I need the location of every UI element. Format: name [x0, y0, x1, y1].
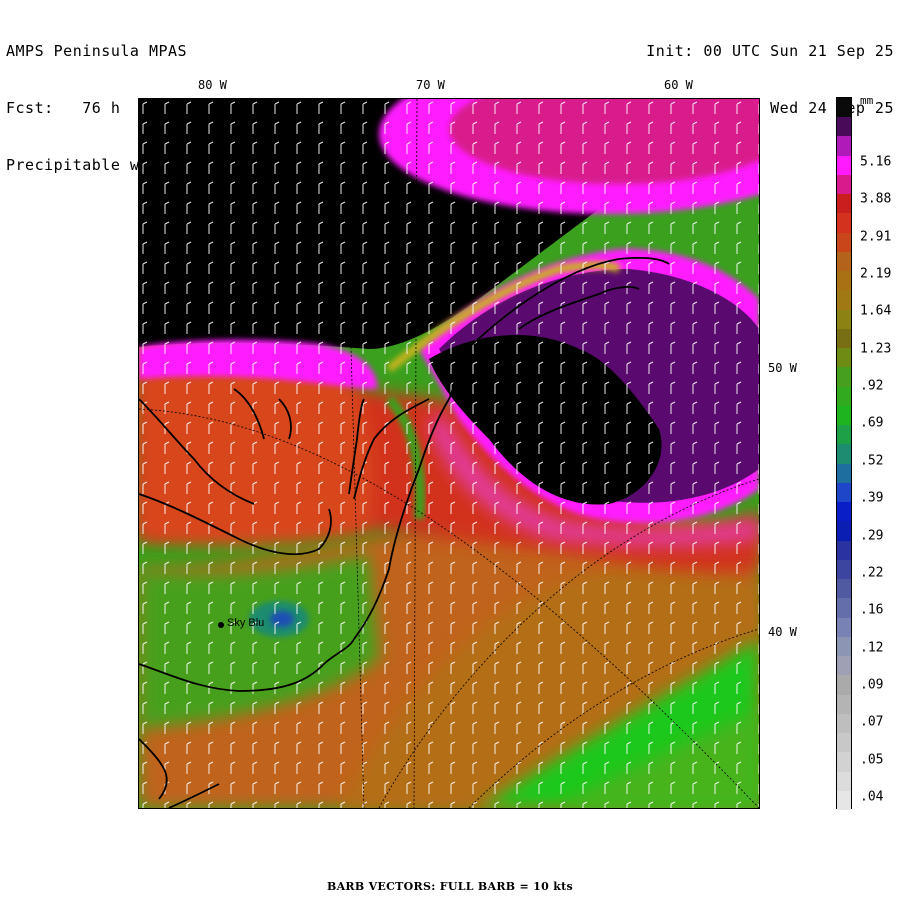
colorbar-swatch: [837, 194, 851, 214]
colorbar-swatch: [837, 598, 851, 619]
colorbar-swatch: [837, 579, 851, 599]
colorbar-swatch: [837, 271, 851, 291]
colorbar-swatch: [837, 290, 851, 311]
colorbar: [836, 97, 852, 811]
lat-label-50w: 50 W: [768, 361, 797, 375]
barb-vector-note: BARB VECTORS: FULL BARB = 10 kts: [327, 880, 573, 893]
colorbar-label: .16: [860, 602, 884, 618]
colorbar-swatch: [837, 405, 851, 426]
colorbar-swatch: [837, 502, 851, 522]
colorbar-label: 1.23: [860, 341, 892, 357]
colorbar-label: 2.19: [860, 266, 892, 282]
colorbar-label: .92: [860, 378, 884, 394]
colorbar-swatch: [837, 790, 851, 811]
colorbar-swatch: [837, 117, 851, 137]
colorbar-swatch: [837, 482, 851, 503]
colorbar-swatch: [837, 386, 851, 407]
colorbar-swatch: [837, 559, 851, 580]
lat-label-40w: 40 W: [768, 625, 797, 639]
colorbar-label: 2.91: [860, 229, 892, 245]
colorbar-swatch: [837, 444, 851, 465]
colorbar-swatch: [837, 425, 851, 445]
colorbar-label: .05: [860, 752, 884, 768]
colorbar-swatch: [837, 463, 851, 484]
colorbar-label: .29: [860, 528, 884, 544]
colorbar-label: .52: [860, 453, 884, 469]
colorbar-swatch: [837, 251, 851, 272]
colorbar-unit: mm: [860, 94, 874, 107]
colorbar-label: 5.16: [860, 154, 892, 170]
colorbar-label: 3.88: [860, 191, 892, 207]
lon-label-60w: 60 W: [664, 78, 693, 92]
colorbar-label: .07: [860, 714, 884, 730]
colorbar-swatch: [837, 155, 851, 176]
colorbar-swatch: [837, 213, 851, 234]
colorbar-swatch: [837, 309, 851, 330]
colorbar-swatch: [837, 617, 851, 638]
colorbar-swatch: [837, 174, 851, 195]
colorbar-swatch: [837, 232, 851, 253]
colorbar-swatch: [837, 733, 851, 753]
colorbar-swatch: [837, 694, 851, 715]
colorbar-swatch: [837, 540, 851, 561]
colorbar-swatch: [837, 328, 851, 349]
colorbar-label: 1.64: [860, 303, 892, 319]
colorbar-swatch: [837, 656, 851, 676]
colorbar-swatch: [837, 348, 851, 368]
colorbar-swatch: [837, 752, 851, 772]
colorbar-label: .12: [860, 640, 884, 656]
lon-label-70w: 70 W: [416, 78, 445, 92]
colorbar-label: .22: [860, 565, 884, 581]
colorbar-swatch: [837, 636, 851, 657]
colorbar-label: .69: [860, 415, 884, 431]
init-time: Init: 00 UTC Sun 21 Sep 25: [646, 42, 894, 60]
colorbar-swatch: [837, 98, 851, 118]
colorbar-swatch: [837, 713, 851, 734]
colorbar-swatch: [837, 675, 851, 696]
station-label-sky-blu: Sky Blu: [227, 617, 265, 629]
colorbar-swatch: [837, 367, 851, 388]
colorbar-label: .04: [860, 789, 884, 805]
precipitable-water-map[interactable]: Sky Blu: [138, 98, 760, 809]
model-title: AMPS Peninsula MPAS: [6, 42, 188, 60]
colorbar-swatch: [837, 771, 851, 792]
colorbar-label: .39: [860, 490, 884, 506]
lon-label-80w: 80 W: [198, 78, 227, 92]
pwv-field: [139, 99, 759, 808]
colorbar-label: .09: [860, 677, 884, 693]
colorbar-swatch: [837, 521, 851, 542]
station-marker[interactable]: [218, 622, 224, 628]
colorbar-swatch: [837, 136, 851, 157]
